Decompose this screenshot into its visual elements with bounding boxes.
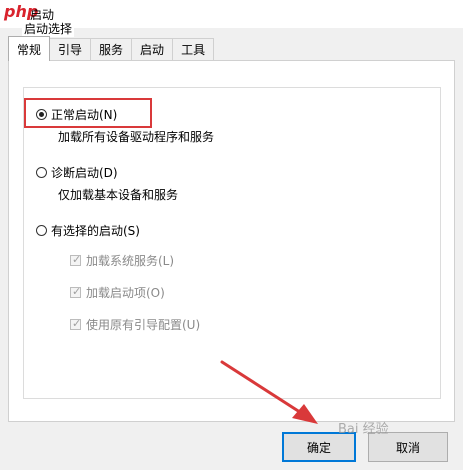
- tab-general[interactable]: 常规: [8, 36, 51, 61]
- watermark: Bai 经验: [338, 422, 389, 437]
- arrow-head: [292, 404, 318, 424]
- arrow-shaft: [220, 360, 308, 418]
- annotation-arrow: [220, 360, 318, 424]
